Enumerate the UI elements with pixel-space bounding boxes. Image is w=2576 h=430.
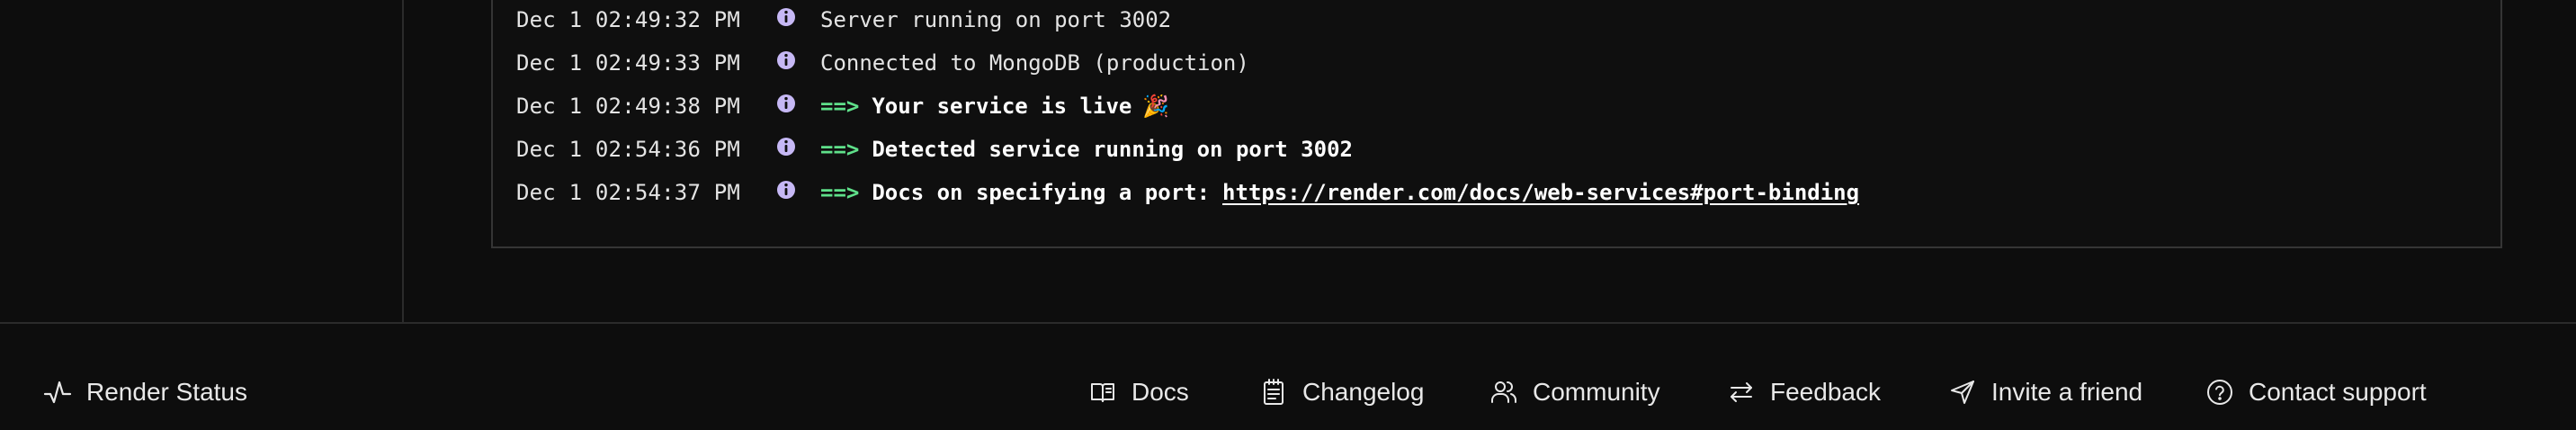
log-line: Dec 1 02:54:37 PM ==> Docs on specifying…	[516, 175, 1859, 211]
log-timestamp: Dec 1 02:54:37 PM	[516, 180, 741, 205]
book-icon	[1088, 378, 1117, 407]
feedback-link[interactable]: Feedback	[1727, 374, 1881, 410]
log-message-text: Detected service running on port 3002	[872, 137, 1353, 162]
docs-link[interactable]: Docs	[1088, 374, 1189, 410]
info-icon	[772, 5, 801, 34]
log-arrow: ==>	[820, 137, 860, 162]
log-message: ==> Detected service running on port 300…	[820, 137, 1353, 162]
activity-icon	[43, 378, 72, 407]
changelog-label: Changelog	[1302, 378, 1425, 406]
community-link[interactable]: Community	[1489, 374, 1660, 410]
log-message: Server running on port 3002	[820, 7, 1172, 32]
log-line: Dec 1 02:49:32 PM Server running on port…	[516, 2, 1171, 38]
log-message: ==> Your service is live 🎉	[820, 94, 1169, 119]
log-timestamp: Dec 1 02:49:32 PM	[516, 7, 741, 32]
log-timestamp: Dec 1 02:54:36 PM	[516, 137, 741, 162]
sidebar-divider	[402, 0, 404, 322]
info-icon	[772, 49, 801, 77]
log-message-text: Your service is live	[872, 94, 1132, 119]
log-line: Dec 1 02:49:33 PM Connected to MongoDB (…	[516, 45, 1249, 81]
log-line: Dec 1 02:49:38 PM ==> Your service is li…	[516, 88, 1169, 124]
log-line: Dec 1 02:54:36 PM ==> Detected service r…	[516, 131, 1353, 167]
contact-support-label: Contact support	[2249, 378, 2427, 406]
render-status-label: Render Status	[86, 378, 247, 406]
arrows-swap-icon	[1727, 378, 1756, 407]
info-icon	[772, 92, 801, 121]
log-timestamp: Dec 1 02:49:33 PM	[516, 50, 741, 76]
info-icon	[772, 178, 801, 207]
info-icon	[772, 135, 801, 164]
footer: Render Status Docs Changelog Community F…	[0, 324, 2576, 430]
log-panel: Dec 1 02:49:32 PM Server running on port…	[491, 0, 2502, 248]
docs-label: Docs	[1131, 378, 1189, 406]
log-arrow: ==>	[820, 180, 860, 205]
send-icon	[1948, 378, 1977, 407]
invite-friend-link[interactable]: Invite a friend	[1948, 374, 2142, 410]
invite-friend-label: Invite a friend	[1991, 378, 2143, 406]
notepad-icon	[1259, 378, 1288, 407]
users-icon	[1489, 378, 1518, 407]
contact-support-link[interactable]: Contact support	[2205, 374, 2427, 410]
log-message: Connected to MongoDB (production)	[820, 50, 1249, 76]
log-timestamp: Dec 1 02:49:38 PM	[516, 94, 741, 119]
feedback-label: Feedback	[1770, 378, 1881, 406]
render-status-link[interactable]: Render Status	[43, 374, 247, 410]
changelog-link[interactable]: Changelog	[1259, 374, 1424, 410]
log-message-text: Docs on specifying a port:	[872, 180, 1211, 205]
log-arrow: ==>	[820, 94, 860, 119]
log-message: ==> Docs on specifying a port: https://r…	[820, 180, 1859, 205]
party-popper-icon: 🎉	[1142, 94, 1170, 119]
port-binding-docs-link[interactable]: https://render.com/docs/web-services#por…	[1222, 180, 1859, 205]
community-label: Community	[1533, 378, 1660, 406]
help-circle-icon	[2205, 378, 2234, 407]
